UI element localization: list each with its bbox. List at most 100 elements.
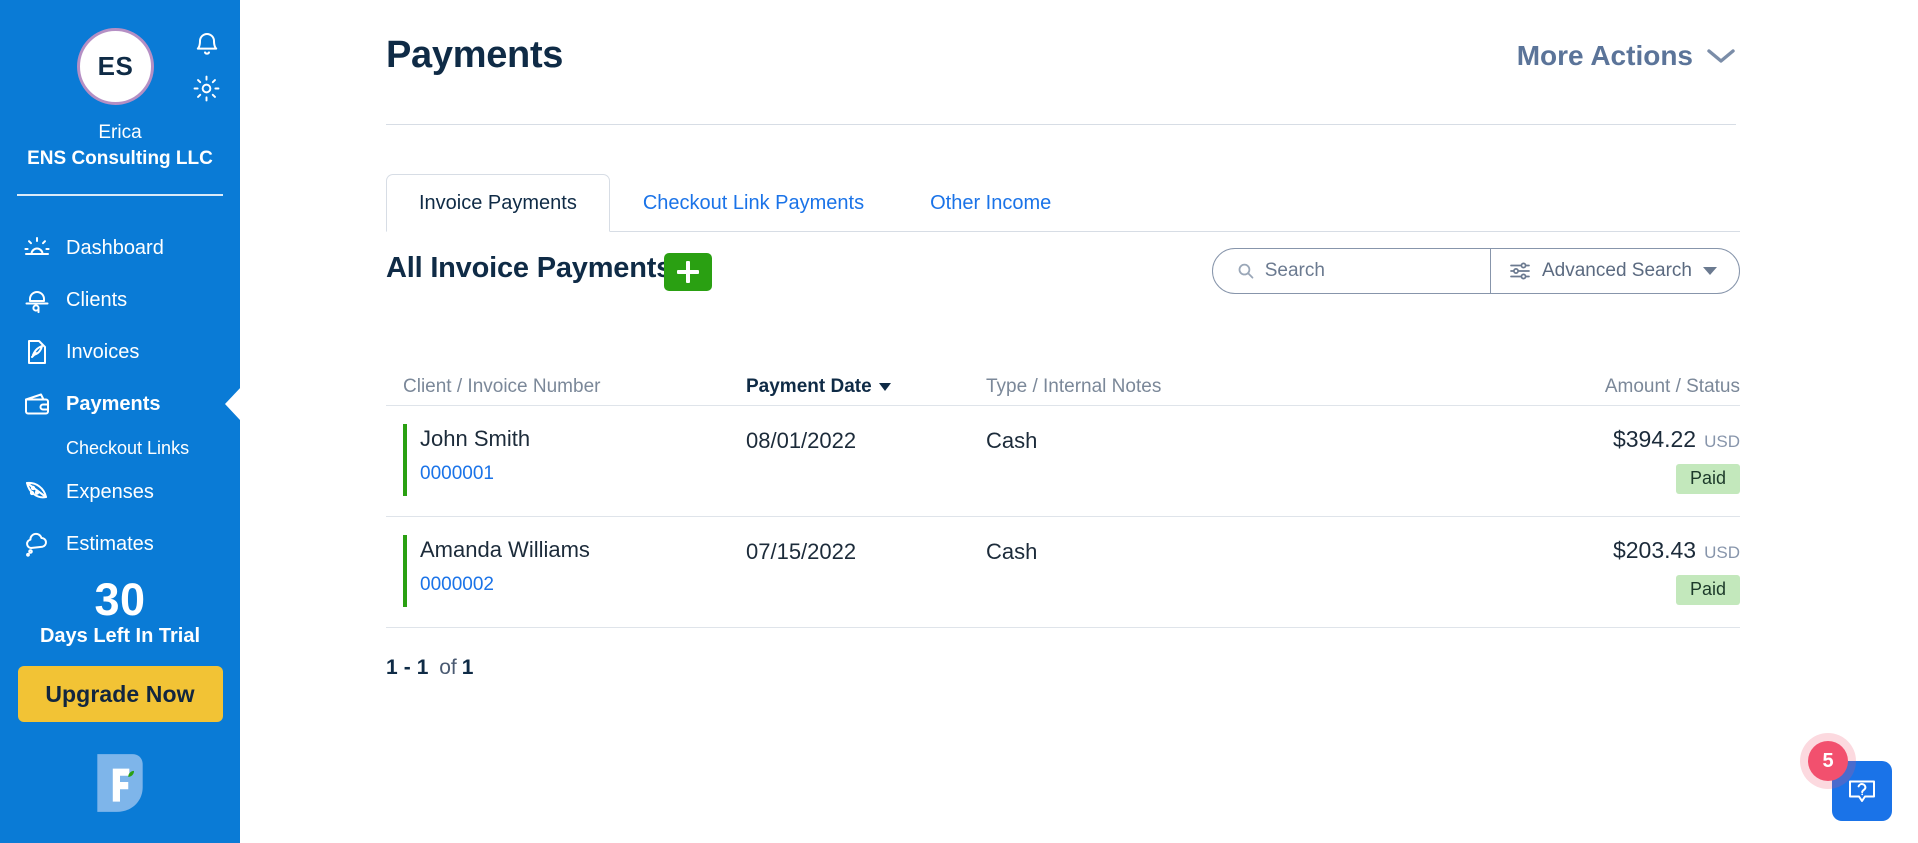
list-header: All Invoice Payments Search Advanced Sea… [386, 248, 1740, 304]
list-title: All Invoice Payments [386, 252, 673, 284]
page-title: Payments [386, 34, 564, 76]
tab-other-income[interactable]: Other Income [897, 174, 1084, 232]
table-row[interactable]: John Smith 0000001 08/01/2022 Cash $394.… [386, 406, 1740, 517]
cell-amount: $203.43 USD Paid [1480, 537, 1740, 605]
sidebar-item-label: Expenses [66, 480, 154, 503]
tab-bar: Invoice Payments Checkout Link Payments … [386, 174, 1740, 232]
sort-descending-icon [878, 382, 891, 391]
sidebar-item-label: Estimates [66, 532, 154, 555]
pagination-dash: - [403, 656, 411, 679]
avatar-initials: ES [97, 51, 134, 81]
bell-icon[interactable] [194, 30, 220, 58]
sidebar-item-dashboard[interactable]: Dashboard [0, 222, 240, 274]
sidebar-item-label: Payments [66, 392, 161, 415]
column-header-payment-date[interactable]: Payment Date [746, 376, 986, 398]
status-badge: Paid [1675, 575, 1740, 605]
sidebar-user-name: Erica [98, 122, 142, 143]
invoice-number-link[interactable]: 0000001 [420, 463, 494, 485]
column-header-client[interactable]: Client / Invoice Number [386, 376, 746, 398]
trial-days-count: 30 [94, 574, 146, 625]
more-actions-button[interactable]: More Actions [1517, 40, 1736, 72]
search-input[interactable] [1264, 260, 1478, 282]
chevron-down-icon [1707, 49, 1735, 63]
freshbooks-logo [97, 754, 143, 813]
table-header-row: Client / Invoice Number Payment Date Typ… [386, 368, 1740, 406]
column-header-type[interactable]: Type / Internal Notes [986, 376, 1480, 398]
cell-client: Amanda Williams 0000002 [386, 537, 746, 596]
sidebar-top-icons [193, 30, 220, 102]
amount-value: $203.43 [1612, 537, 1697, 563]
search-field-wrap [1213, 249, 1490, 293]
advanced-search-label: Advanced Search [1542, 260, 1692, 281]
help-notification-badge: 5 [1808, 741, 1848, 781]
tab-invoice-payments[interactable]: Invoice Payments [386, 174, 610, 232]
sidebar-item-expenses[interactable]: Expenses [0, 466, 240, 518]
cell-amount: $394.22 USD Paid [1480, 426, 1740, 494]
pagination-summary: 1-1 of 1 [386, 656, 473, 680]
sunrise-icon [22, 233, 66, 263]
more-actions-label: More Actions [1516, 40, 1693, 71]
advanced-search-button[interactable]: Advanced Search [1490, 249, 1739, 293]
page-header: Payments More Actions [240, 0, 1918, 77]
tab-label: Other Income [930, 191, 1052, 214]
pagination-range-end: 1 [416, 656, 429, 679]
client-name: John Smith [420, 426, 531, 451]
add-payment-button[interactable] [664, 253, 712, 291]
wallet-icon [22, 389, 66, 419]
sidebar-item-checkout-links[interactable]: Checkout Links [0, 430, 240, 466]
avatar[interactable]: ES [77, 28, 154, 105]
sidebar-item-label: Invoices [66, 340, 140, 363]
currency-code: USD [1704, 432, 1740, 451]
pagination-total: 1 [461, 656, 474, 679]
sidebar-item-payments[interactable]: Payments [0, 378, 240, 430]
app-root: ES Erica ENS Consulting LLC Dashboard Cl… [0, 0, 1918, 843]
sidebar-subitem-label: Checkout Links [66, 437, 190, 458]
pagination-of: of [439, 656, 457, 679]
sidebar-divider [17, 194, 223, 196]
sidebar-item-label: Clients [66, 288, 128, 311]
search-icon [1238, 263, 1254, 279]
cell-client: John Smith 0000001 [386, 426, 746, 485]
question-chat-icon [1849, 780, 1875, 802]
header-divider [386, 124, 1736, 125]
pizza-slice-icon [22, 477, 66, 507]
amount-line: $203.43 USD [1480, 537, 1740, 564]
trial-block: 30 Days Left In Trial Upgrade Now [0, 574, 240, 723]
cell-type: Cash [986, 428, 1038, 453]
quill-document-icon [22, 337, 66, 367]
trial-days-label: Days Left In Trial [39, 625, 201, 648]
sidebar-nav: Dashboard Clients Invoices Payments Chec… [0, 222, 240, 570]
sidebar-item-invoices[interactable]: Invoices [0, 326, 240, 378]
gear-icon[interactable] [193, 75, 220, 102]
pagination-range-start: 1 [386, 656, 398, 679]
cloud-thought-icon [22, 529, 66, 559]
sliders-icon [1510, 262, 1530, 280]
search-bar: Advanced Search [1212, 248, 1740, 294]
status-badge: Paid [1675, 464, 1740, 494]
payments-table: Client / Invoice Number Payment Date Typ… [386, 368, 1740, 628]
amount-value: $394.22 [1612, 426, 1697, 452]
column-header-label: Payment Date [746, 375, 872, 397]
tab-label: Checkout Link Payments [642, 191, 865, 214]
plus-icon [677, 261, 699, 283]
sidebar-item-label: Dashboard [66, 236, 164, 259]
main-content: Payments More Actions Invoice Payments C… [240, 0, 1918, 843]
bowler-hat-icon [22, 285, 66, 315]
client-name: Amanda Williams [420, 537, 590, 562]
sidebar: ES Erica ENS Consulting LLC Dashboard Cl… [0, 0, 240, 843]
column-header-amount[interactable]: Amount / Status [1480, 376, 1740, 398]
upgrade-now-button[interactable]: Upgrade Now [17, 666, 223, 723]
amount-line: $394.22 USD [1480, 426, 1740, 453]
sidebar-profile: ES Erica ENS Consulting LLC [0, 0, 240, 200]
sidebar-org-name: ENS Consulting LLC [27, 148, 213, 169]
tab-label: Invoice Payments [419, 191, 577, 214]
table-row[interactable]: Amanda Williams 0000002 07/15/2022 Cash … [386, 517, 1740, 628]
cell-type: Cash [986, 539, 1038, 564]
tab-checkout-link-payments[interactable]: Checkout Link Payments [610, 174, 897, 232]
cell-payment-date: 08/01/2022 [746, 428, 857, 453]
sidebar-item-estimates[interactable]: Estimates [0, 518, 240, 570]
invoice-number-link[interactable]: 0000002 [420, 574, 494, 596]
sidebar-item-clients[interactable]: Clients [0, 274, 240, 326]
help-widget: 5 [1806, 735, 1902, 831]
caret-down-icon [1703, 267, 1717, 275]
